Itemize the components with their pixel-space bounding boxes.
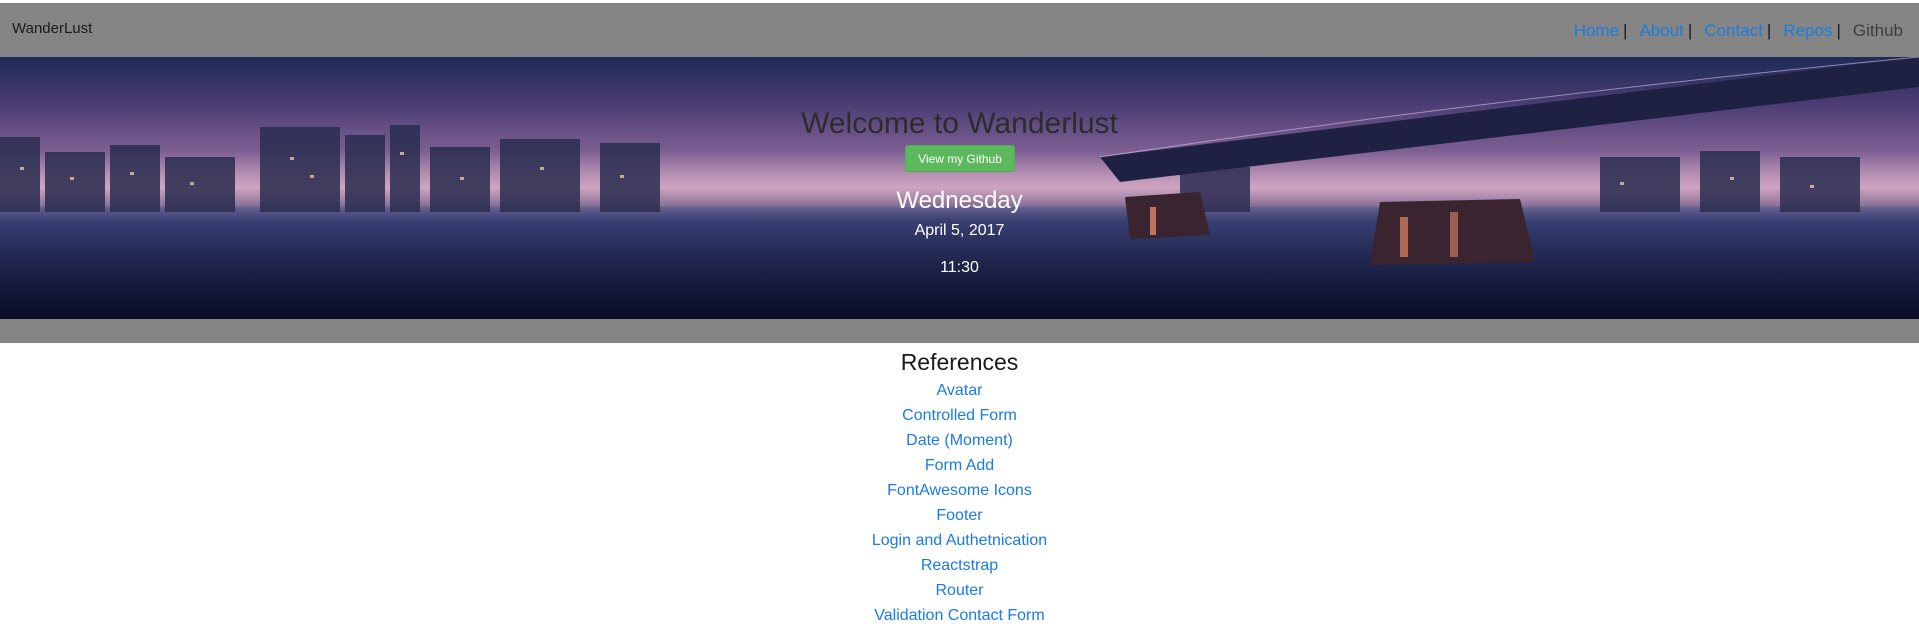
hero-banner: Welcome to Wanderlust View my Github Wed… [0, 57, 1919, 319]
nav-link-repos[interactable]: Repos [1783, 21, 1832, 41]
list-item: FontAwesome Icons [0, 478, 1919, 503]
nav-separator: | [1623, 21, 1628, 40]
view-github-button[interactable]: View my Github [905, 145, 1015, 172]
nav-link-github[interactable]: Github [1853, 21, 1903, 41]
hero-title: Welcome to Wanderlust [801, 107, 1118, 140]
nav-separator: | [1766, 21, 1772, 40]
reference-link-reactstrap[interactable]: Reactstrap [921, 557, 998, 574]
hero-time: 11:30 [940, 259, 979, 276]
reference-link-validation-contact-form[interactable]: Validation Contact Form [874, 607, 1044, 624]
list-item: Validation Contact Form [0, 603, 1919, 628]
reference-link-login[interactable]: Login and Authetnication [872, 532, 1047, 549]
nav-link-home[interactable]: Home [1574, 21, 1619, 41]
list-item: Router [0, 578, 1919, 603]
navbar: WanderLust Home | About | Contact | Repo… [0, 3, 1919, 57]
hero-date: April 5, 2017 [914, 222, 1005, 239]
list-item: Date (Moment) [0, 428, 1919, 453]
reference-link-footer[interactable]: Footer [936, 507, 982, 524]
reference-link-fontawesome-icons[interactable]: FontAwesome Icons [887, 482, 1032, 499]
references-list: Avatar Controlled Form Date (Moment) For… [0, 378, 1919, 628]
nav-separator: | [1687, 21, 1693, 40]
references-title: References [900, 349, 1019, 375]
nav-links: Home | About | Contact | Repos | Github [1574, 21, 1903, 41]
nav-link-contact[interactable]: Contact [1704, 21, 1763, 41]
reference-link-avatar[interactable]: Avatar [937, 382, 983, 399]
hero-weekday: Wednesday [896, 187, 1023, 214]
brand-logo[interactable]: WanderLust [12, 20, 92, 37]
list-item: Footer [0, 503, 1919, 528]
list-item: Form Add [0, 453, 1919, 478]
hero-content: Welcome to Wanderlust View my Github Wed… [0, 57, 1919, 319]
list-item: Controlled Form [0, 403, 1919, 428]
list-item: Reactstrap [0, 553, 1919, 578]
reference-link-form-add[interactable]: Form Add [925, 457, 994, 474]
nav-link-about[interactable]: About [1639, 21, 1683, 41]
reference-link-date-moment[interactable]: Date (Moment) [906, 432, 1013, 449]
reference-link-controlled-form[interactable]: Controlled Form [902, 407, 1017, 424]
reference-link-router[interactable]: Router [935, 582, 983, 599]
list-item: Avatar [0, 378, 1919, 403]
nav-separator: | [1836, 21, 1841, 40]
list-item: Login and Authetnication [0, 528, 1919, 553]
references-section: References Avatar Controlled Form Date (… [0, 343, 1919, 628]
